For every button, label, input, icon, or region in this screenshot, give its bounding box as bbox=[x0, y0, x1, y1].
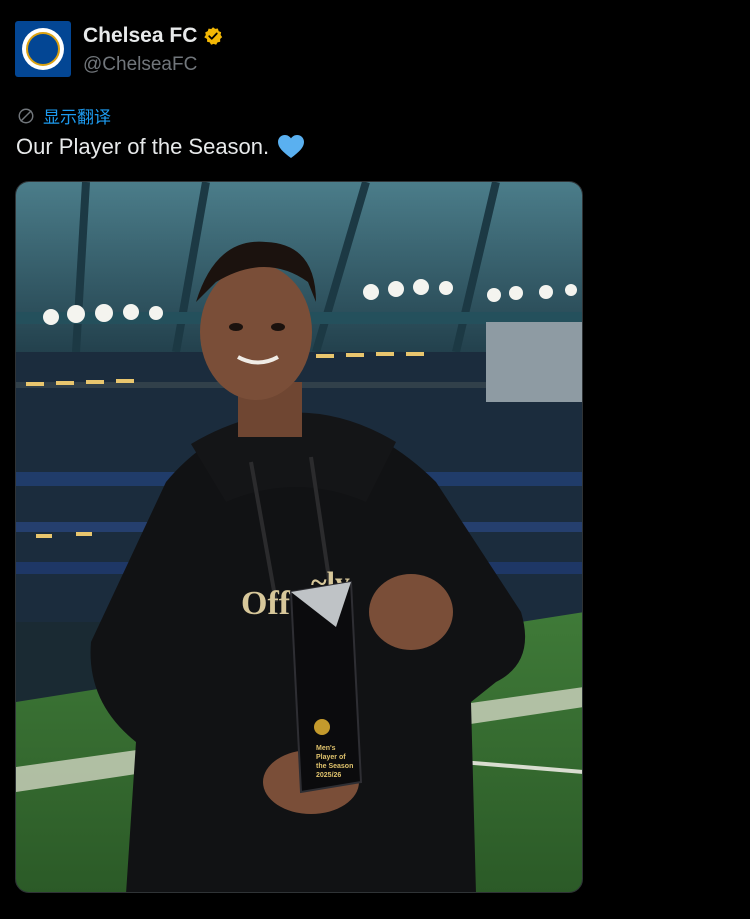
svg-text:the Season: the Season bbox=[316, 763, 353, 770]
author-name-row[interactable]: Chelsea FC bbox=[83, 24, 223, 48]
show-translation-label: 显示翻译 bbox=[43, 108, 111, 127]
author-handle[interactable]: @ChelseaFC bbox=[83, 54, 197, 76]
tweet-text-content: Our Player of the Season. bbox=[16, 134, 270, 159]
chelsea-crest-icon bbox=[22, 28, 64, 70]
player-award-photo: Off ~ly Men's Player of the Season 2025/… bbox=[16, 182, 582, 892]
tweet-text: Our Player of the Season. bbox=[16, 134, 305, 160]
blue-heart-icon bbox=[278, 135, 305, 158]
translate-icon bbox=[18, 108, 34, 123]
tweet-photo[interactable]: Off ~ly Men's Player of the Season 2025/… bbox=[15, 181, 583, 893]
author-name[interactable]: Chelsea FC bbox=[83, 24, 197, 48]
svg-text:Player of: Player of bbox=[316, 754, 346, 761]
avatar[interactable] bbox=[15, 21, 71, 77]
verified-badge-icon bbox=[204, 27, 223, 45]
svg-text:Off: Off bbox=[241, 585, 291, 622]
show-translation-link[interactable]: 显示翻译 bbox=[17, 103, 111, 128]
svg-text:2025/26: 2025/26 bbox=[316, 772, 341, 779]
svg-text:Men's: Men's bbox=[316, 745, 336, 752]
